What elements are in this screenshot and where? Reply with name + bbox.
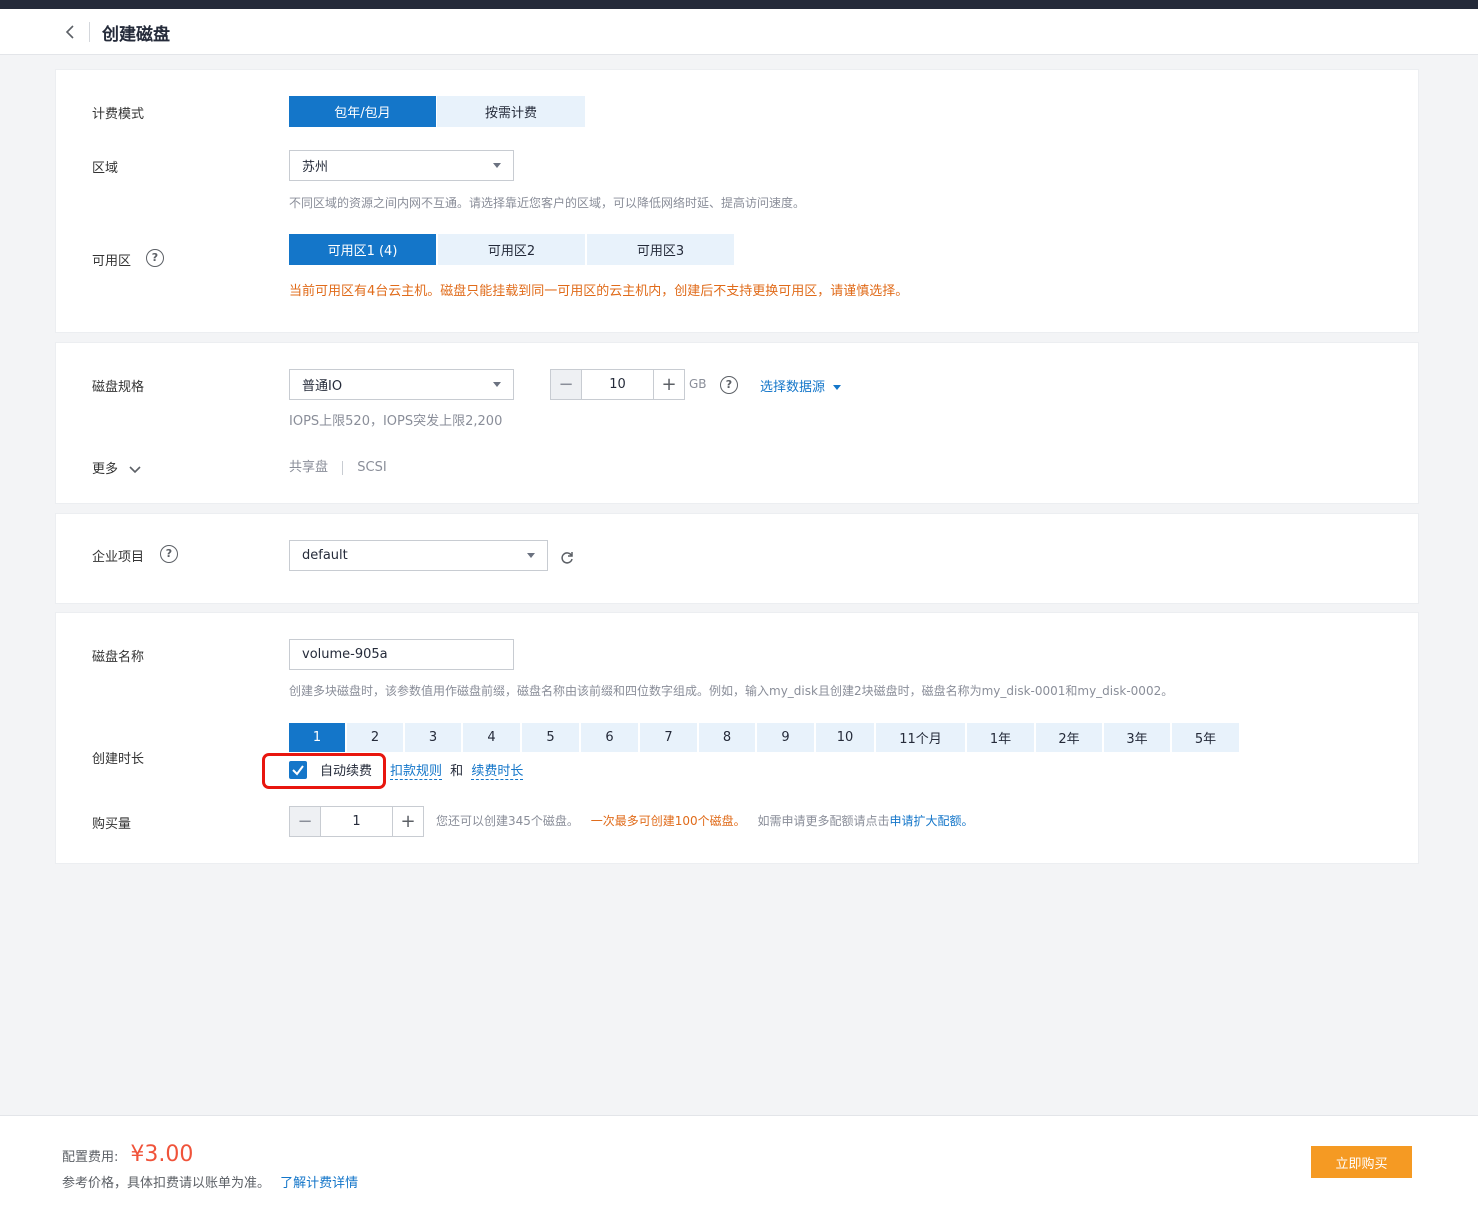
buy-now-button[interactable]: 立即购买 [1311, 1146, 1412, 1178]
more-toggle[interactable]: 更多 [92, 458, 142, 477]
caret-down-icon [527, 553, 535, 558]
disk-type-select[interactable]: 普通IO [289, 369, 514, 400]
top-strip [0, 0, 1478, 9]
quantity-max: 一次最多可创建100个磁盘。 [590, 814, 746, 828]
chevron-left-icon [65, 25, 74, 39]
footer-bar: 配置费用: ¥3.00 参考价格，具体扣费请以账单为准。 了解计费详情 立即购买 [0, 1115, 1478, 1205]
region-select[interactable]: 苏州 [289, 150, 514, 181]
deduction-rule-link[interactable]: 扣款规则 [390, 764, 443, 780]
project-label: 企业项目 [92, 550, 145, 565]
duration-option-11m[interactable]: 11个月 [876, 723, 965, 752]
price-note: 参考价格，具体扣费请以账单为准。 [62, 1176, 271, 1191]
card-basic: 计费模式 包年/包月 按需计费 区域 苏州 不同区域的资源之间内网不互通。请选择… [55, 69, 1419, 333]
disk-size-value[interactable]: 10 [582, 370, 653, 399]
page-header: 创建磁盘 [0, 9, 1478, 55]
disk-size-stepper: − 10 + [550, 369, 685, 400]
caret-down-icon [493, 163, 501, 168]
disk-type-value: 普通IO [302, 379, 343, 394]
project-select[interactable]: default [289, 540, 548, 571]
duration-option-5[interactable]: 5 [522, 723, 579, 752]
duration-option-3[interactable]: 3 [405, 723, 461, 752]
duration-option-1y[interactable]: 1年 [967, 723, 1034, 752]
price-note-row: 参考价格，具体扣费请以账单为准。 了解计费详情 [62, 1172, 358, 1191]
help-icon[interactable]: ? [720, 376, 738, 394]
duration-option-1[interactable]: 1 [289, 723, 345, 752]
refresh-icon[interactable] [559, 550, 575, 570]
disk-name-input[interactable]: volume-905a [289, 639, 514, 670]
and-text: 和 [450, 764, 464, 779]
back-button[interactable] [62, 21, 80, 43]
card-disk-spec: 磁盘规格 普通IO − 10 + GB ? 选择数据源 IOPS上限520，IO… [55, 342, 1419, 504]
auto-renew-label: 自动续费 [320, 764, 373, 779]
billing-label: 计费模式 [92, 107, 145, 122]
region-hint: 不同区域的资源之间内网不互通。请选择靠近您客户的区域，可以降低网络时延、提高访问… [289, 196, 806, 210]
checkbox-checked-icon [289, 760, 307, 779]
caret-down-icon [493, 382, 501, 387]
quantity-remaining: 您还可以创建345个磁盘。 [436, 814, 579, 828]
az-option-1[interactable]: 可用区1 (4) [289, 234, 436, 265]
duration-option-9[interactable]: 9 [757, 723, 814, 752]
region-value: 苏州 [302, 160, 329, 175]
az-warning: 当前可用区有4台云主机。磁盘只能挂载到同一可用区的云主机内，创建后不支持更换可用… [289, 284, 909, 299]
caret-down-icon [833, 385, 842, 390]
fee-label: 配置费用: [62, 1150, 119, 1165]
page-title: 创建磁盘 [102, 25, 170, 45]
duration-option-3y[interactable]: 3年 [1104, 723, 1170, 752]
fee-row: 配置费用: ¥3.00 [62, 1142, 193, 1167]
az-option-3[interactable]: 可用区3 [587, 234, 734, 265]
card-name-duration: 磁盘名称 volume-905a 创建多块磁盘时，该参数值用作磁盘前缀，磁盘名称… [55, 612, 1419, 864]
renew-duration-link[interactable]: 续费时长 [471, 764, 524, 780]
quantity-hints: 您还可以创建345个磁盘。 一次最多可创建100个磁盘。 如需申请更多配额请点击… [436, 812, 974, 829]
renew-links: 扣款规则 和 续费时长 [390, 760, 524, 780]
apply-quota-link[interactable]: 申请扩大配额。 [889, 814, 973, 828]
iops-hint: IOPS上限520，IOPS突发上限2,200 [289, 414, 503, 429]
more-label: 更多 [92, 462, 119, 477]
more-items: 共享盘 SCSI [289, 456, 387, 475]
disk-name-label: 磁盘名称 [92, 650, 145, 665]
minus-button[interactable]: − [551, 370, 582, 399]
card-project: 企业项目 ? default [55, 513, 1419, 604]
disk-name-hint: 创建多块磁盘时，该参数值用作磁盘前缀，磁盘名称由该前缀和四位数字组成。例如，输入… [289, 684, 1174, 698]
duration-option-6[interactable]: 6 [581, 723, 638, 752]
billing-detail-link[interactable]: 了解计费详情 [280, 1176, 358, 1191]
help-icon[interactable]: ? [160, 545, 178, 563]
region-label: 区域 [92, 161, 119, 176]
price: ¥3.00 [130, 1142, 194, 1167]
plus-button[interactable]: + [653, 370, 684, 399]
duration-option-5y[interactable]: 5年 [1172, 723, 1239, 752]
duration-label: 创建时长 [92, 752, 145, 767]
chevron-down-icon [129, 465, 141, 473]
scsi-label: SCSI [357, 460, 387, 475]
datasource-label: 选择数据源 [760, 380, 826, 395]
duration-option-2[interactable]: 2 [347, 723, 403, 752]
project-value: default [302, 548, 348, 563]
quantity-stepper: − 1 + [289, 806, 424, 837]
size-unit: GB [689, 377, 707, 391]
header-divider [89, 22, 90, 42]
duration-option-8[interactable]: 8 [699, 723, 755, 752]
divider [342, 460, 344, 475]
duration-option-4[interactable]: 4 [463, 723, 520, 752]
datasource-dropdown[interactable]: 选择数据源 [760, 376, 842, 395]
disk-spec-label: 磁盘规格 [92, 380, 145, 395]
billing-pay-per-use[interactable]: 按需计费 [437, 96, 585, 127]
quantity-label: 购买量 [92, 817, 132, 832]
plus-button[interactable]: + [392, 807, 423, 836]
az-label: 可用区 [92, 254, 132, 269]
duration-option-10[interactable]: 10 [816, 723, 874, 752]
duration-option-2y[interactable]: 2年 [1036, 723, 1102, 752]
help-icon[interactable]: ? [146, 249, 164, 267]
duration-option-7[interactable]: 7 [640, 723, 697, 752]
az-option-2[interactable]: 可用区2 [438, 234, 585, 265]
shared-disk-label: 共享盘 [289, 460, 329, 475]
minus-button[interactable]: − [290, 807, 321, 836]
auto-renew-checkbox[interactable]: 自动续费 [289, 760, 372, 779]
billing-yearly-monthly[interactable]: 包年/包月 [289, 96, 436, 127]
quantity-apply-hint: 如需申请更多配额请点击 [757, 814, 890, 828]
quantity-value[interactable]: 1 [321, 807, 392, 836]
